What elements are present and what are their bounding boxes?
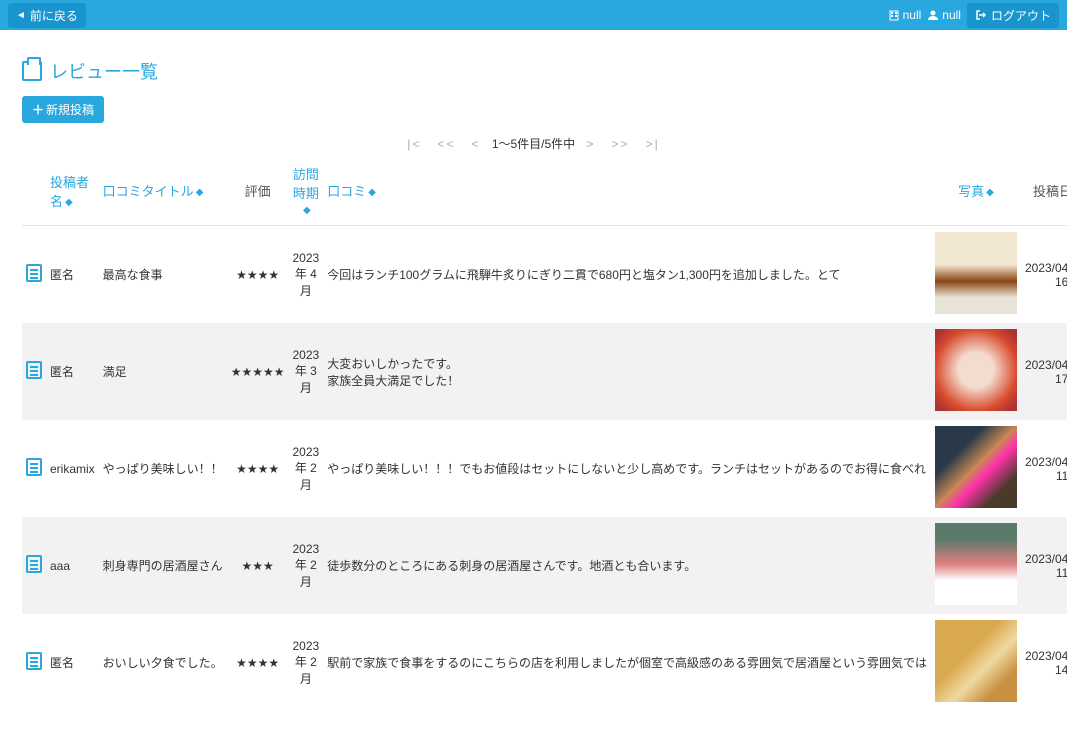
- table-row[interactable]: aaa刺身専門の居酒屋さん★★★2023年 2月徒歩数分のところにある刺身の居酒…: [22, 517, 1067, 614]
- cell-visit: 2023年 3月: [288, 323, 323, 420]
- new-post-label: 新規投稿: [46, 103, 94, 117]
- cell-title: おいしい夕食でした。: [99, 614, 227, 711]
- pager-last[interactable]: >|: [646, 137, 660, 151]
- cell-date: 2023/04/25 16:35: [1021, 226, 1067, 324]
- header-rating: 評価: [227, 156, 289, 226]
- cell-title: 刺身専門の居酒屋さん: [99, 517, 227, 614]
- cell-rating: ★★★★: [227, 226, 289, 324]
- cell-date: 2023/04/25 17:09: [1021, 323, 1067, 420]
- cell-rating: ★★★★: [227, 420, 289, 517]
- logout-icon: [975, 9, 987, 21]
- cell-date: 2023/04/26 14:02: [1021, 614, 1067, 711]
- cell-author: erikamix: [46, 420, 99, 517]
- sort-icon: ◆: [303, 205, 311, 216]
- page-title: レビュー一覧: [22, 58, 1045, 84]
- cell-photo: [931, 420, 1021, 517]
- cell-title: 満足: [99, 323, 227, 420]
- cell-author: aaa: [46, 517, 99, 614]
- top-bar-right: null null ログアウト: [888, 3, 1059, 28]
- cell-visit: 2023年 2月: [288, 420, 323, 517]
- cell-date: 2023/04/26 11:35: [1021, 420, 1067, 517]
- cell-rating: ★★★★★: [227, 323, 289, 420]
- cell-photo: [931, 517, 1021, 614]
- back-button[interactable]: 前に戻る: [8, 3, 86, 28]
- table-row[interactable]: 匿名満足★★★★★2023年 3月大変おいしかったです。家族全員大満足でした！ 2…: [22, 323, 1067, 420]
- cell-body: やっぱり美味しい！！！でもお値段はセットにしないと少し高めです。ランチはセットが…: [323, 420, 931, 517]
- pager-prev[interactable]: <: [471, 137, 480, 151]
- cell-author: 匿名: [46, 226, 99, 324]
- file-icon[interactable]: [26, 458, 42, 476]
- logout-label: ログアウト: [991, 7, 1051, 24]
- user-icon: [927, 9, 939, 21]
- cell-visit: 2023年 2月: [288, 517, 323, 614]
- header-photo[interactable]: 写真◆: [931, 156, 1021, 226]
- cell-body: 駅前で家族で食事をするのにこちらの店を利用しましたが個室で高級感のある雰囲気で居…: [323, 614, 931, 711]
- file-icon[interactable]: [26, 264, 42, 282]
- clipboard-icon: [22, 61, 42, 81]
- file-icon[interactable]: [26, 361, 42, 379]
- review-photo[interactable]: [935, 232, 1017, 314]
- pager-prev2[interactable]: <<: [437, 137, 455, 151]
- header-icon: [22, 156, 46, 226]
- sort-icon: ◆: [986, 187, 994, 198]
- page-title-text: レビュー一覧: [50, 58, 158, 84]
- cell-author: 匿名: [46, 614, 99, 711]
- pager-status: 1～5件目/5件中: [492, 137, 575, 151]
- file-icon[interactable]: [26, 555, 42, 573]
- cell-author: 匿名: [46, 323, 99, 420]
- review-photo[interactable]: [935, 426, 1017, 508]
- review-photo[interactable]: [935, 523, 1017, 605]
- user-text: null: [942, 8, 961, 22]
- building-icon: [888, 9, 900, 21]
- content-area: レビュー一覧 新規投稿 |< << < 1～5件目/5件中 > >> >| 投稿…: [0, 30, 1067, 731]
- cell-rating: ★★★★: [227, 614, 289, 711]
- cell-body: 大変おいしかったです。家族全員大満足でした！: [323, 323, 931, 420]
- table-row[interactable]: 匿名おいしい夕食でした。★★★★2023年 2月駅前で家族で食事をするのにこちら…: [22, 614, 1067, 711]
- header-date: 投稿日時: [1021, 156, 1067, 226]
- cell-photo: [931, 323, 1021, 420]
- review-photo[interactable]: [935, 620, 1017, 702]
- header-author[interactable]: 投稿者名◆: [46, 156, 99, 226]
- sort-icon: ◆: [368, 187, 376, 198]
- cell-title: 最高な食事: [99, 226, 227, 324]
- sort-icon: ◆: [65, 197, 73, 208]
- pager-next[interactable]: >: [587, 137, 596, 151]
- building-indicator: null: [888, 8, 922, 22]
- top-bar: 前に戻る null null ログアウト: [0, 0, 1067, 30]
- cell-title: やっぱり美味しい！！: [99, 420, 227, 517]
- header-visit[interactable]: 訪問時期◆: [288, 156, 323, 226]
- user-indicator: null: [927, 8, 961, 22]
- cell-date: 2023/04/26 11:37: [1021, 517, 1067, 614]
- new-post-button[interactable]: 新規投稿: [22, 96, 104, 123]
- logout-button[interactable]: ログアウト: [967, 3, 1059, 28]
- review-table: 投稿者名◆ 口コミタイトル◆ 評価 訪問時期◆ 口コミ◆ 写真◆ 投稿日時 匿名…: [22, 156, 1067, 711]
- pager: |< << < 1～5件目/5件中 > >> >|: [22, 135, 1045, 152]
- header-title[interactable]: 口コミタイトル◆: [99, 156, 227, 226]
- cell-rating: ★★★: [227, 517, 289, 614]
- cell-visit: 2023年 4月: [288, 226, 323, 324]
- table-row[interactable]: erikamixやっぱり美味しい！！★★★★2023年 2月やっぱり美味しい！！…: [22, 420, 1067, 517]
- cell-body: 今回はランチ100グラムに飛騨牛炙りにぎり二貫で680円と塩タン1,300円を追…: [323, 226, 931, 324]
- cell-body: 徒歩数分のところにある刺身の居酒屋さんです。地酒とも合います。: [323, 517, 931, 614]
- table-row[interactable]: 匿名最高な食事★★★★2023年 4月今回はランチ100グラムに飛騨牛炙りにぎり…: [22, 226, 1067, 324]
- review-photo[interactable]: [935, 329, 1017, 411]
- building-text: null: [903, 8, 922, 22]
- cell-visit: 2023年 2月: [288, 614, 323, 711]
- file-icon[interactable]: [26, 652, 42, 670]
- back-label: 前に戻る: [30, 7, 78, 24]
- header-body[interactable]: 口コミ◆: [323, 156, 931, 226]
- sort-icon: ◆: [196, 187, 204, 198]
- pager-first[interactable]: |<: [407, 137, 421, 151]
- pager-next2[interactable]: >>: [612, 137, 630, 151]
- cell-photo: [931, 226, 1021, 324]
- cell-photo: [931, 614, 1021, 711]
